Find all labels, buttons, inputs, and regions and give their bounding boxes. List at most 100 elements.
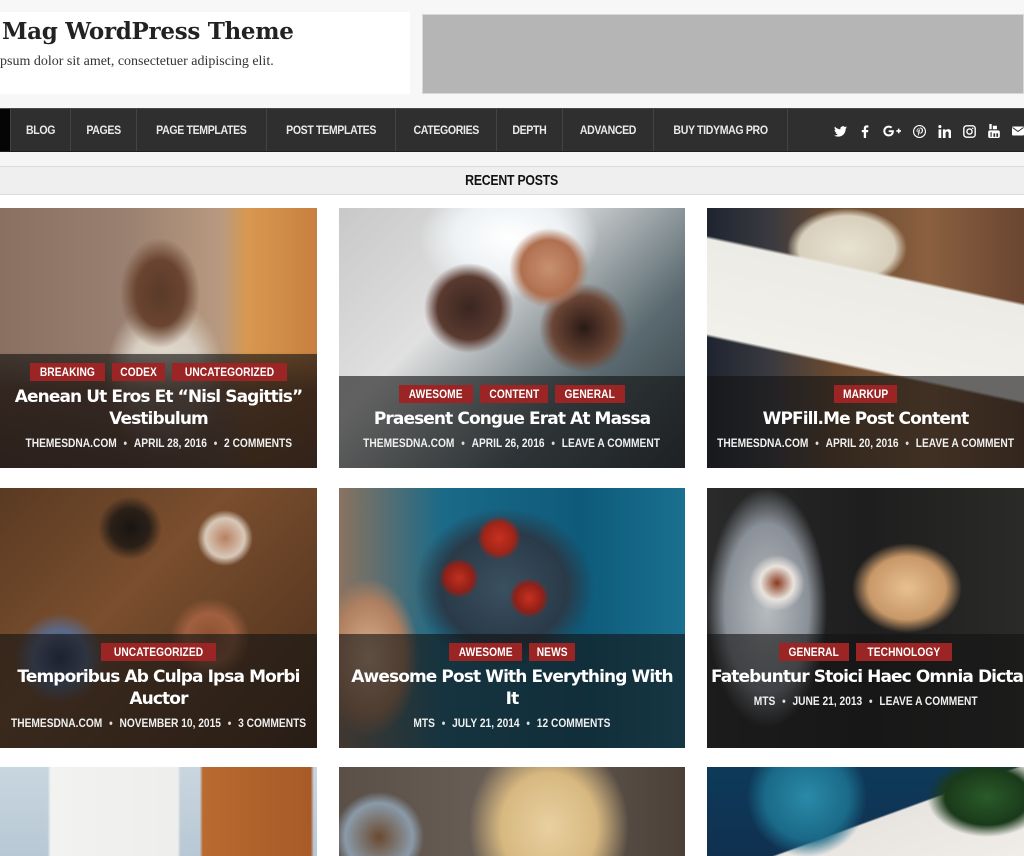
- meta-separator: •: [868, 694, 873, 708]
- category-badge[interactable]: GENERAL: [779, 643, 849, 661]
- social-links: [833, 109, 1024, 153]
- post-thumbnail[interactable]: [339, 767, 685, 856]
- category-badge[interactable]: UNCATEGORIZED: [100, 643, 217, 661]
- site-title[interactable]: Mag WordPress Theme: [2, 18, 294, 45]
- site-header: Mag WordPress Theme psum dolor sit amet,…: [0, 0, 1024, 108]
- nav-item-label: POST TEMPLATES: [285, 123, 376, 137]
- nav-item-page-templates[interactable]: PAGE TEMPLATES: [137, 109, 267, 151]
- post-title[interactable]: WPFill.Me Post Content: [759, 408, 973, 430]
- meta-separator: •: [905, 436, 909, 450]
- nav-item-buy-pro[interactable]: BUY TIDYMAG PRO: [654, 109, 789, 151]
- recent-posts-header: RECENT POSTS: [0, 166, 1024, 195]
- post-comments[interactable]: LEAVE A COMMENT: [879, 694, 977, 708]
- instagram-icon[interactable]: [962, 124, 976, 138]
- category-label: TECHNOLOGY: [867, 645, 941, 659]
- post-categories: UNCATEGORIZED: [100, 643, 217, 661]
- post-comments[interactable]: LEAVE A COMMENT: [562, 436, 660, 450]
- post-card[interactable]: MARKUP WPFill.Me Post Content THEMESDNA.…: [707, 208, 1024, 468]
- meta-separator: •: [441, 716, 446, 730]
- nav-item-depth[interactable]: DEPTH: [497, 109, 564, 151]
- nav-item-label: BLOG: [25, 123, 56, 137]
- post-author[interactable]: THEMESDNA.COM: [364, 436, 455, 450]
- category-label: AWESOME: [458, 645, 513, 659]
- facebook-icon[interactable]: [858, 124, 872, 138]
- post-thumbnail[interactable]: [0, 767, 317, 856]
- pinterest-icon[interactable]: [912, 124, 926, 138]
- post-categories: GENERAL TECHNOLOGY: [779, 643, 952, 661]
- twitter-icon[interactable]: [833, 124, 847, 138]
- nav-item-label: BUY TIDYMAG PRO: [673, 123, 769, 137]
- category-badge[interactable]: UNCATEGORIZED: [171, 363, 288, 381]
- post-card[interactable]: AWESOME NEWS Awesome Post With Everythin…: [339, 488, 685, 748]
- post-card[interactable]: [339, 767, 685, 856]
- post-overlay: UNCATEGORIZED Temporibus Ab Culpa Ipsa M…: [0, 634, 317, 748]
- meta-separator: •: [123, 436, 127, 450]
- post-categories: AWESOME CONTENT GENERAL: [399, 385, 625, 403]
- post-overlay: AWESOME NEWS Awesome Post With Everythin…: [339, 634, 685, 748]
- post-comments[interactable]: 12 COMMENTS: [537, 716, 611, 730]
- post-categories: AWESOME NEWS: [448, 643, 576, 661]
- post-title[interactable]: Praesent Congue Erat At Massa: [370, 408, 654, 430]
- category-label: NEWS: [536, 645, 568, 659]
- post-categories: BREAKING CODEX UNCATEGORIZED: [29, 363, 288, 381]
- meta-separator: •: [815, 436, 819, 450]
- category-label: CONTENT: [489, 387, 539, 401]
- nav-item-blog[interactable]: BLOG: [11, 109, 72, 151]
- category-badge[interactable]: AWESOME: [448, 643, 522, 661]
- header-ad-banner[interactable]: [422, 14, 1024, 94]
- post-author[interactable]: THEMESDNA.COM: [717, 436, 808, 450]
- post-comments[interactable]: 3 COMMENTS: [238, 716, 306, 730]
- post-date[interactable]: JUNE 21, 2013: [792, 694, 862, 708]
- category-badge[interactable]: BREAKING: [29, 363, 105, 381]
- category-badge[interactable]: GENERAL: [555, 385, 625, 403]
- linkedin-icon[interactable]: [937, 124, 951, 138]
- youtube-icon[interactable]: [987, 124, 1001, 138]
- post-meta: MTS • JULY 21, 2014 • 12 COMMENTS: [413, 716, 610, 730]
- post-meta: THEMESDNA.COM • NOVEMBER 10, 2015 • 3 COMM…: [11, 716, 306, 730]
- post-overlay: MARKUP WPFill.Me Post Content THEMESDNA.…: [707, 376, 1024, 468]
- post-comments[interactable]: LEAVE A COMMENT: [916, 436, 1014, 450]
- post-card[interactable]: [0, 767, 317, 856]
- nav-item-categories[interactable]: CATEGORIES: [396, 109, 498, 151]
- google-plus-icon[interactable]: [883, 124, 901, 138]
- nav-item-post-templates[interactable]: POST TEMPLATES: [267, 109, 397, 151]
- nav-home-button[interactable]: [0, 109, 11, 151]
- post-thumbnail[interactable]: [707, 767, 1024, 856]
- post-author[interactable]: MTS: [754, 694, 776, 708]
- category-badge[interactable]: MARKUP: [833, 385, 898, 403]
- post-title[interactable]: Awesome Post With Everything With It: [339, 666, 685, 710]
- post-date[interactable]: JULY 21, 2014: [452, 716, 519, 730]
- nav-item-label: PAGE TEMPLATES: [156, 123, 247, 137]
- post-card[interactable]: AWESOME CONTENT GENERAL Praesent Congue …: [339, 208, 685, 468]
- meta-separator: •: [227, 716, 232, 730]
- nav-item-advanced[interactable]: ADVANCED: [563, 109, 655, 151]
- post-date[interactable]: APRIL 26, 2016: [472, 436, 545, 450]
- category-badge[interactable]: AWESOME: [399, 385, 473, 403]
- post-author[interactable]: THEMESDNA.COM: [25, 436, 116, 450]
- post-date[interactable]: APRIL 20, 2016: [826, 436, 899, 450]
- category-badge[interactable]: NEWS: [528, 643, 576, 661]
- post-date[interactable]: NOVEMBER 10, 2015: [119, 716, 220, 730]
- post-meta: THEMESDNA.COM • APRIL 20, 2016 • LEAVE A C…: [717, 436, 1014, 450]
- post-card[interactable]: BREAKING CODEX UNCATEGORIZED Aenean Ut E…: [0, 208, 317, 468]
- email-icon[interactable]: [1012, 124, 1024, 138]
- category-label: UNCATEGORIZED: [113, 645, 204, 659]
- post-title[interactable]: Temporibus Ab Culpa Ipsa Morbi Auctor: [0, 666, 317, 710]
- post-card[interactable]: UNCATEGORIZED Temporibus Ab Culpa Ipsa M…: [0, 488, 317, 748]
- post-card[interactable]: [707, 767, 1024, 856]
- category-badge[interactable]: TECHNOLOGY: [855, 643, 952, 661]
- post-title[interactable]: Fatebuntur Stoici Haec Omnia Dicta Esse …: [707, 666, 1024, 688]
- post-author[interactable]: THEMESDNA.COM: [11, 716, 102, 730]
- meta-separator: •: [781, 694, 786, 708]
- category-badge[interactable]: CODEX: [111, 363, 165, 381]
- nav-item-label: CATEGORIES: [413, 123, 480, 137]
- category-badge[interactable]: CONTENT: [479, 385, 549, 403]
- nav-item-pages[interactable]: PAGES: [71, 109, 138, 151]
- category-label: CODEX: [120, 365, 157, 379]
- post-comments[interactable]: 2 COMMENTS: [224, 436, 292, 450]
- post-title[interactable]: Aenean Ut Eros Et “Nisl Sagittis” Vestib…: [0, 386, 317, 430]
- post-date[interactable]: APRIL 28, 2016: [134, 436, 207, 450]
- post-author[interactable]: MTS: [413, 716, 435, 730]
- post-card[interactable]: GENERAL TECHNOLOGY Fatebuntur Stoici Hae…: [707, 488, 1024, 748]
- category-label: GENERAL: [788, 645, 840, 659]
